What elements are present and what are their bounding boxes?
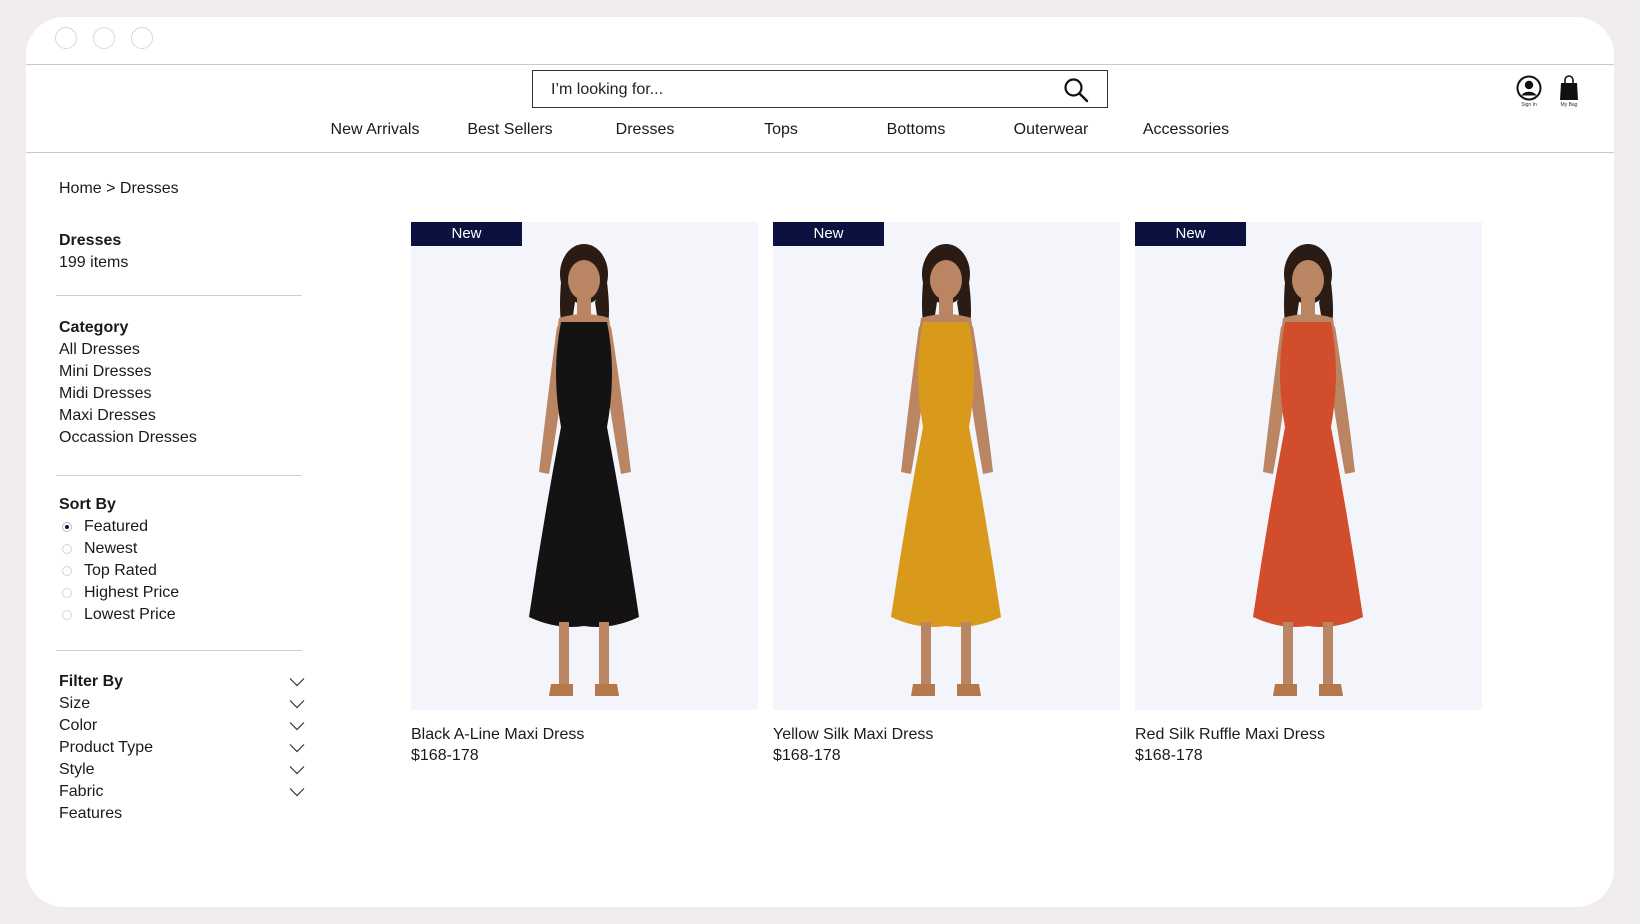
radio[interactable] bbox=[62, 610, 72, 620]
sidebar-divider bbox=[56, 650, 302, 651]
nav-new-arrivals[interactable]: New Arrivals bbox=[331, 121, 420, 139]
sort-option-label: Featured bbox=[84, 518, 149, 535]
window-close-control[interactable] bbox=[55, 27, 77, 49]
model-illustration bbox=[1253, 244, 1363, 696]
product-name[interactable]: Red Silk Ruffle Maxi Dress bbox=[1135, 724, 1482, 746]
new-badge: New bbox=[773, 222, 884, 246]
filter-size[interactable]: Size bbox=[59, 693, 305, 715]
filter-label: Product Type bbox=[59, 739, 153, 756]
sort-option-label: Lowest Price bbox=[84, 606, 176, 623]
breadcrumb-current: Dresses bbox=[119, 180, 179, 197]
header-divider bbox=[26, 64, 1614, 65]
filter-label: Size bbox=[59, 695, 91, 712]
product-card[interactable]: New Red Silk Ruffle Maxi Dress $168-178 bbox=[1135, 222, 1482, 766]
filter-style[interactable]: Style bbox=[59, 759, 305, 781]
results-count: 199 items bbox=[59, 254, 129, 271]
nav-dresses[interactable]: Dresses bbox=[616, 121, 675, 139]
product-price: $168-178 bbox=[773, 747, 841, 764]
product-image[interactable]: New bbox=[411, 222, 758, 710]
filter-by-toggle[interactable]: Filter By bbox=[59, 671, 305, 693]
sort-option-featured[interactable]: Featured bbox=[59, 516, 309, 538]
sidebar-divider bbox=[56, 295, 302, 296]
product-price: $168-178 bbox=[1135, 747, 1203, 764]
filter-label: Color bbox=[59, 717, 98, 734]
nav-accessories[interactable]: Accessories bbox=[1143, 121, 1229, 139]
window-minimize-control[interactable] bbox=[93, 27, 115, 49]
user-icon bbox=[1516, 75, 1542, 101]
chevron-down-icon[interactable] bbox=[289, 671, 305, 693]
chevron-down-icon[interactable] bbox=[289, 715, 305, 737]
main-navigation: New Arrivals Best Sellers Dresses Tops B… bbox=[26, 121, 1614, 143]
product-card[interactable]: New Black A-Line Maxi Dress $168-178 bbox=[411, 222, 758, 766]
category-midi-dresses[interactable]: Midi Dresses bbox=[59, 383, 309, 405]
filter-fabric[interactable]: Fabric bbox=[59, 781, 305, 803]
sort-heading: Sort By bbox=[59, 496, 116, 513]
filter-features[interactable]: Features bbox=[59, 803, 305, 825]
model-illustration bbox=[891, 244, 1001, 696]
sort-option-newest[interactable]: Newest bbox=[59, 538, 309, 560]
nav-outerwear[interactable]: Outerwear bbox=[1014, 121, 1089, 139]
breadcrumb-separator: > bbox=[101, 180, 120, 197]
category-maxi-dresses[interactable]: Maxi Dresses bbox=[59, 405, 309, 427]
category-heading: Category bbox=[59, 319, 129, 336]
chevron-down-icon[interactable] bbox=[289, 759, 305, 781]
category-occasion-dresses[interactable]: Occassion Dresses bbox=[59, 427, 309, 449]
search-icon[interactable] bbox=[1063, 77, 1089, 103]
new-badge: New bbox=[411, 222, 522, 246]
results-title: Dresses bbox=[59, 232, 122, 249]
my-bag-button[interactable]: My Bag bbox=[1552, 75, 1586, 108]
browser-window: Sign In My Bag New Arrivals Best Sellers… bbox=[26, 17, 1614, 907]
radio-selected[interactable] bbox=[62, 522, 72, 532]
search-input[interactable] bbox=[551, 78, 1031, 102]
product-image[interactable]: New bbox=[1135, 222, 1482, 710]
filter-label: Fabric bbox=[59, 783, 104, 800]
sort-option-lowest-price[interactable]: Lowest Price bbox=[59, 604, 309, 626]
sort-option-label: Newest bbox=[84, 540, 138, 557]
filter-product-type[interactable]: Product Type bbox=[59, 737, 305, 759]
chevron-down-icon[interactable] bbox=[289, 737, 305, 759]
chevron-down-icon[interactable] bbox=[289, 693, 305, 715]
chevron-down-icon[interactable] bbox=[289, 781, 305, 803]
user-actions: Sign In My Bag bbox=[1512, 75, 1592, 115]
category-all-dresses[interactable]: All Dresses bbox=[59, 339, 309, 361]
radio[interactable] bbox=[62, 588, 72, 598]
filter-sidebar: Dresses 199 items Category All Dresses M… bbox=[56, 230, 309, 825]
radio[interactable] bbox=[62, 566, 72, 576]
filter-color[interactable]: Color bbox=[59, 715, 305, 737]
model-illustration bbox=[529, 244, 639, 696]
window-titlebar bbox=[26, 17, 1614, 65]
filter-label: Style bbox=[59, 761, 95, 778]
window-maximize-control[interactable] bbox=[131, 27, 153, 49]
nav-bottoms[interactable]: Bottoms bbox=[887, 121, 946, 139]
filter-heading: Filter By bbox=[59, 673, 124, 690]
my-bag-label: My Bag bbox=[1560, 102, 1578, 108]
nav-tops[interactable]: Tops bbox=[764, 121, 798, 139]
sort-option-label: Top Rated bbox=[84, 562, 157, 579]
nav-divider bbox=[26, 152, 1614, 153]
radio[interactable] bbox=[62, 544, 72, 554]
new-badge: New bbox=[1135, 222, 1246, 246]
breadcrumb: Home > Dresses bbox=[59, 180, 179, 198]
product-price: $168-178 bbox=[411, 747, 479, 764]
sort-option-label: Highest Price bbox=[84, 584, 180, 601]
shopping-bag-icon bbox=[1560, 75, 1578, 100]
product-name[interactable]: Yellow Silk Maxi Dress bbox=[773, 724, 1120, 746]
product-card[interactable]: New Yellow Silk Maxi Dress $168-178 bbox=[773, 222, 1120, 766]
sort-option-highest-price[interactable]: Highest Price bbox=[59, 582, 309, 604]
sort-option-top-rated[interactable]: Top Rated bbox=[59, 560, 309, 582]
category-mini-dresses[interactable]: Mini Dresses bbox=[59, 361, 309, 383]
product-name[interactable]: Black A-Line Maxi Dress bbox=[411, 724, 758, 746]
filter-label: Features bbox=[59, 805, 123, 822]
product-image[interactable]: New bbox=[773, 222, 1120, 710]
sign-in-label: Sign In bbox=[1521, 102, 1537, 108]
sidebar-divider bbox=[56, 475, 302, 476]
search-bar bbox=[532, 70, 1108, 108]
nav-best-sellers[interactable]: Best Sellers bbox=[467, 121, 552, 139]
breadcrumb-home[interactable]: Home bbox=[59, 180, 102, 197]
sign-in-button[interactable]: Sign In bbox=[1512, 75, 1546, 108]
